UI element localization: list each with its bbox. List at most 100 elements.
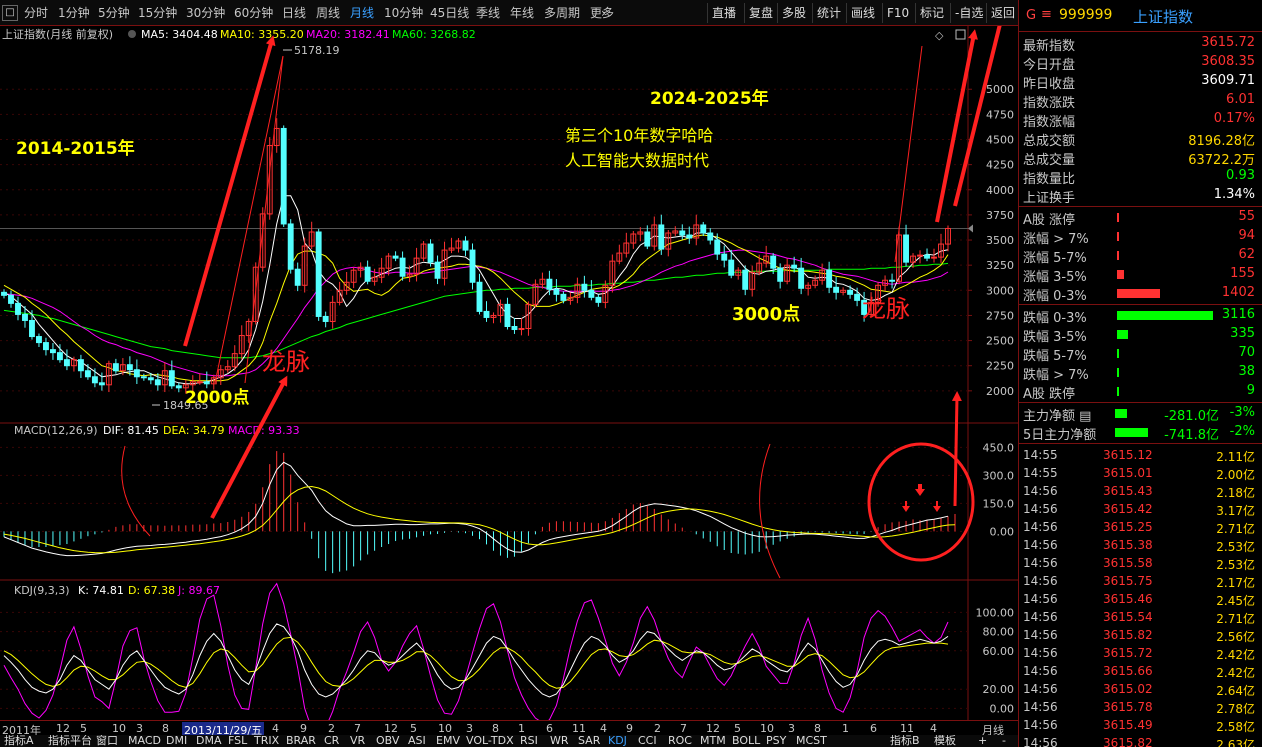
candle-body	[686, 234, 693, 239]
indicator-tab[interactable]: OBV	[376, 735, 399, 747]
candle-body	[553, 288, 560, 295]
indicator-tab[interactable]: PSY	[766, 735, 786, 747]
indicator-tab[interactable]: DMI	[166, 735, 187, 747]
toolbar-button[interactable]: 画线	[846, 3, 879, 23]
period-tab[interactable]: 季线	[476, 4, 500, 22]
tick-row: 14:56 3615.49 2.58亿	[1019, 716, 1262, 734]
window-icon[interactable]: □	[2, 5, 18, 21]
indicator-tab[interactable]: CCI	[638, 735, 657, 747]
guide-line-3	[894, 45, 923, 263]
tick-price: 3615.02	[1103, 682, 1153, 696]
indicator-tab[interactable]: CR	[324, 735, 339, 747]
indicator-tab[interactable]: 窗口	[96, 735, 118, 747]
date-label: 6	[870, 722, 877, 735]
flow-bar	[1115, 409, 1128, 418]
indicator-tab[interactable]: 指标平台	[48, 735, 92, 747]
tick-row: 14:55 3615.01 2.00亿	[1019, 464, 1262, 482]
period-tab[interactable]: 60分钟	[234, 4, 273, 22]
indicator-tab[interactable]: WR	[550, 735, 569, 747]
date-label: 5	[80, 722, 87, 735]
indicator-tab[interactable]: MACD	[128, 735, 161, 747]
tick-amount: 2.71亿	[1216, 612, 1255, 626]
breadth-label: A股 跌停	[1023, 387, 1076, 402]
indicator-tab[interactable]: MTM	[700, 735, 726, 747]
kdj-tick-label: 100.00	[976, 606, 1015, 619]
indicator-tab[interactable]: ROC	[668, 735, 692, 747]
quote-value: 6.01	[1226, 92, 1255, 107]
tick-amount: 3.17亿	[1216, 504, 1255, 518]
indicator-tab[interactable]: KDJ	[608, 735, 627, 747]
toolbar-button[interactable]: 直播	[707, 3, 740, 23]
candle-body	[476, 281, 483, 312]
candle-body	[77, 359, 84, 372]
period-tab[interactable]: 1分钟	[58, 4, 90, 22]
candle-body	[154, 379, 161, 386]
period-tab[interactable]: 周线	[316, 4, 340, 22]
period-tab[interactable]: 15分钟	[138, 4, 177, 22]
indicator-tab[interactable]: RSI	[520, 735, 538, 747]
period-tab[interactable]: 45日线	[430, 4, 469, 22]
toolbar-button[interactable]: -自选	[950, 3, 987, 23]
restore-icon[interactable]	[955, 29, 966, 40]
candle-body	[658, 224, 665, 250]
diamond-icon[interactable]: ◇	[935, 29, 944, 42]
kline-chart-svg[interactable]: 5000475045004250400037503500325030002750…	[0, 7, 1018, 737]
candle-body	[833, 286, 840, 293]
kdj-j-line	[3, 582, 949, 737]
indicator-tab[interactable]: ASI	[408, 735, 426, 747]
period-tab[interactable]: 月线	[350, 4, 374, 22]
toolbar-button[interactable]: 标记	[915, 3, 948, 23]
date-label: 10	[438, 722, 452, 735]
indicator-tab[interactable]: BRAR	[286, 735, 316, 747]
indicator-tab[interactable]: MCST	[796, 735, 827, 747]
period-tab[interactable]: 分时	[24, 4, 48, 22]
candle-body	[15, 302, 21, 315]
indicator-tab[interactable]: VOL-TDX	[466, 735, 514, 747]
toolbar-button[interactable]: 复盘	[744, 3, 777, 23]
breadth-label: 涨幅 5-7%	[1023, 251, 1087, 266]
indicator-tab[interactable]: DMA	[196, 735, 222, 747]
kdj-tick-label: 80.00	[983, 626, 1015, 639]
breadth-value: 94	[1238, 228, 1255, 243]
breadth-label: 跌幅 5-7%	[1023, 349, 1087, 364]
period-tab[interactable]: 5分钟	[98, 4, 130, 22]
dragon-vein-label-2: 龙脉	[862, 295, 910, 323]
quote-value: 63722.2万	[1188, 153, 1255, 168]
price-tick-label: 3250	[986, 259, 1014, 272]
toolbar-button[interactable]: F10	[882, 3, 913, 23]
indicator-right-button[interactable]: -	[1002, 735, 1006, 747]
period-tab[interactable]: 10分钟	[384, 4, 423, 22]
indicator-right-button[interactable]: 模板	[934, 735, 956, 747]
toolbar-button[interactable]: 多股	[777, 3, 810, 23]
toolbar-button[interactable]: 返回	[986, 3, 1019, 23]
settings-icon[interactable]	[128, 30, 136, 38]
indicator-tab[interactable]: TRIX	[254, 735, 279, 747]
indicator-right-button[interactable]: 指标B	[890, 735, 920, 747]
indicator-tab[interactable]: SAR	[578, 735, 600, 747]
toolbar-button[interactable]: 统计	[812, 3, 845, 23]
more-arrow-icon[interactable]: ›	[601, 4, 606, 22]
candle-body	[364, 266, 371, 282]
tick-amount: 2.11亿	[1216, 450, 1255, 464]
breadth-bar	[1117, 387, 1119, 396]
menu-icon[interactable]: ≡	[1041, 7, 1052, 22]
date-label: 9	[300, 722, 307, 735]
tick-amount: 2.53亿	[1216, 558, 1255, 572]
indicator-tab[interactable]: VR	[350, 735, 365, 747]
tick-time: 14:56	[1023, 646, 1058, 660]
candle-body	[294, 268, 301, 286]
price-tick-label: 2000	[986, 385, 1014, 398]
period-tab[interactable]: 多周期	[544, 4, 580, 22]
indicator-tab[interactable]: 指标A	[4, 735, 34, 747]
indicator-tab[interactable]: BOLL	[732, 735, 760, 747]
indicator-right-button[interactable]: +	[978, 735, 987, 747]
indicator-tab[interactable]: FSL	[228, 735, 247, 747]
g-badge[interactable]: G	[1026, 8, 1036, 23]
indicator-tab[interactable]: EMV	[436, 735, 460, 747]
period-tab[interactable]: 年线	[510, 4, 534, 22]
chart-area[interactable]: 5000 4750 4500 4250 4000 3750 3500 3250 3000 2750…	[0, 7, 1018, 737]
flow-pct: -3%	[1229, 405, 1255, 420]
breadth-bar	[1117, 349, 1119, 358]
period-tab[interactable]: 30分钟	[186, 4, 225, 22]
period-tab[interactable]: 日线	[282, 4, 306, 22]
